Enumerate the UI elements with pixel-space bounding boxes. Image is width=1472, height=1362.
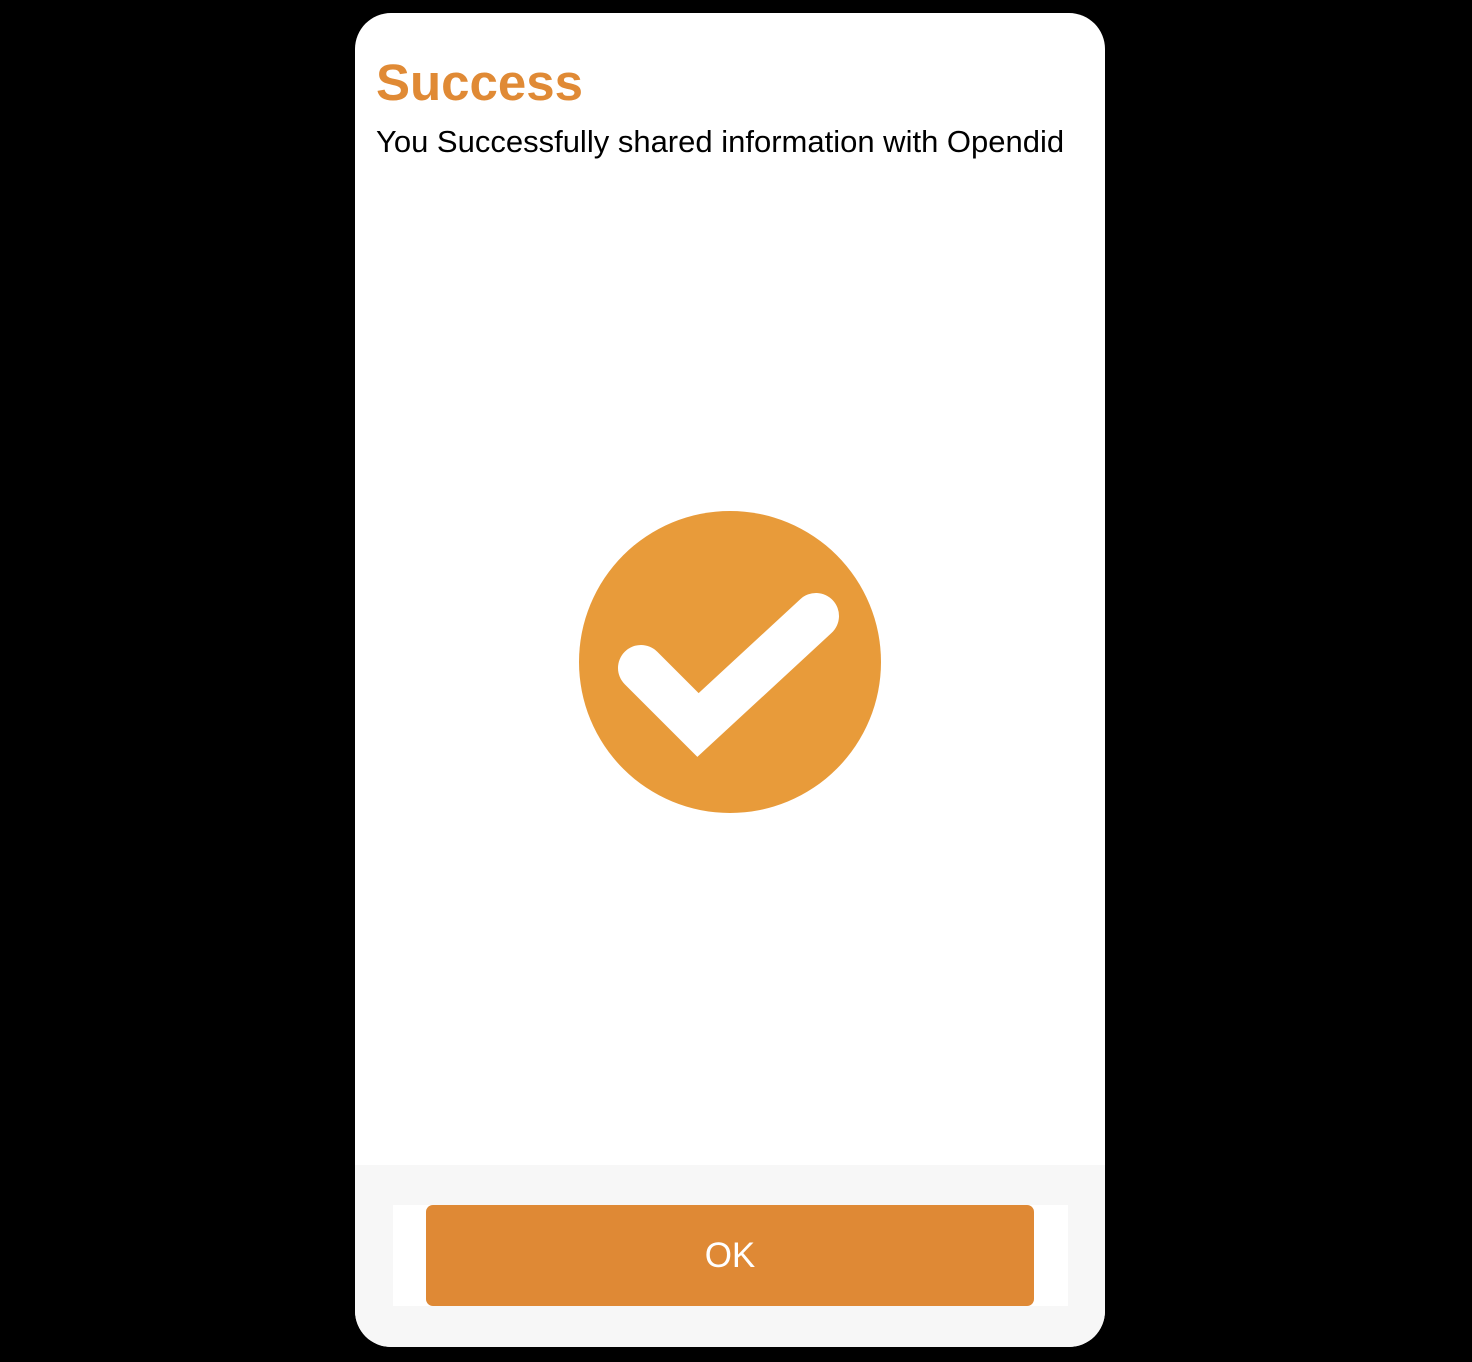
check-circle-icon: [579, 511, 881, 813]
ok-button[interactable]: OK: [426, 1205, 1034, 1306]
dialog-title: Success: [376, 54, 583, 111]
dialog-message: You Successfully shared information with…: [376, 124, 1065, 159]
success-dialog: Success You Successfully shared informat…: [355, 13, 1105, 1347]
button-container: OK: [393, 1205, 1068, 1306]
dialog-footer: OK: [355, 1165, 1105, 1347]
